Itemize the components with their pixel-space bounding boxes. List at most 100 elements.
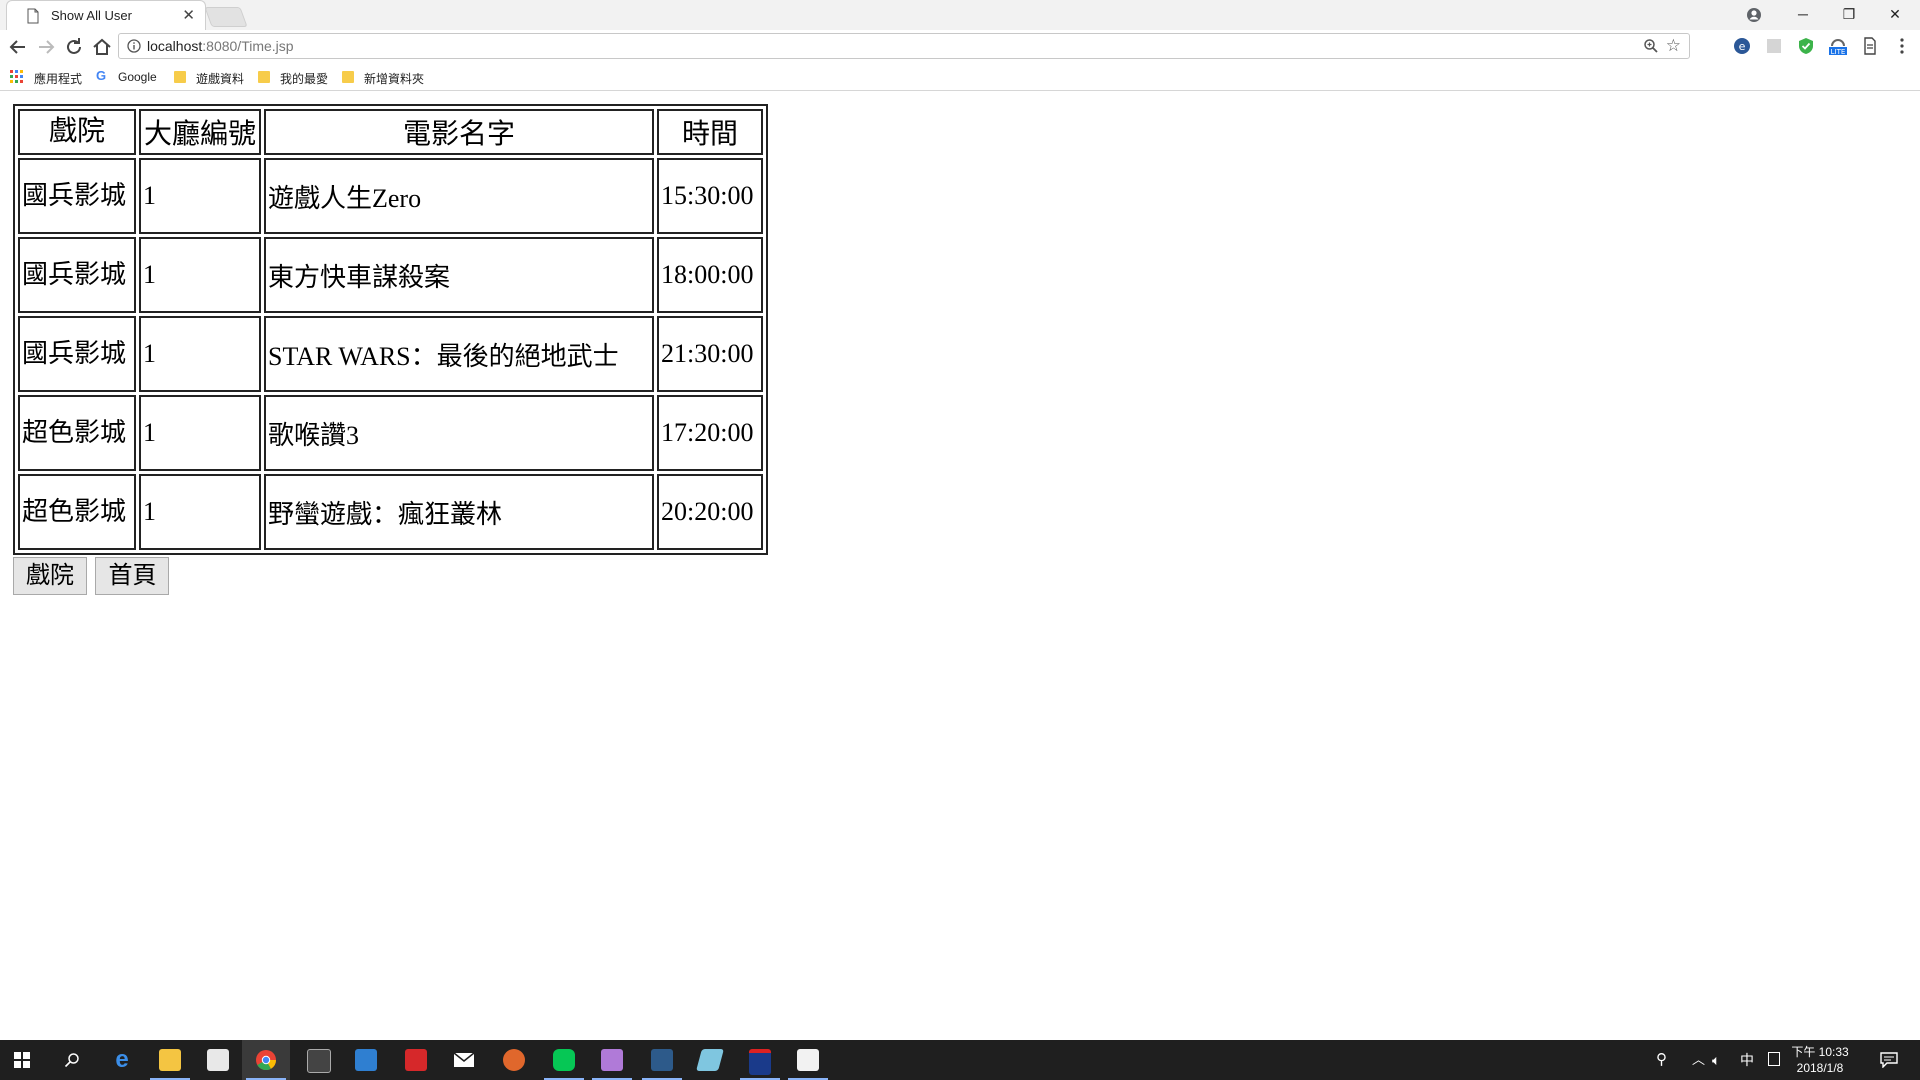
taskbar-app-red[interactable] <box>392 1040 440 1080</box>
taskbar-line[interactable] <box>540 1040 588 1080</box>
cell-hall: 1 <box>139 316 261 392</box>
taskbar-app-cyan[interactable] <box>686 1040 734 1080</box>
taskbar-mail[interactable] <box>440 1040 488 1080</box>
chevron-up-icon[interactable]: ︿ <box>1692 1040 1705 1080</box>
red-app-icon <box>405 1049 427 1071</box>
bookmark-folder-games[interactable]: 遊戲資料 <box>174 68 254 86</box>
home-icon[interactable] <box>90 35 114 59</box>
zoom-icon[interactable] <box>1643 38 1659 54</box>
cell-movie: 野蠻遊戲：瘋狂叢林 <box>264 474 654 550</box>
extension-e-icon[interactable]: e <box>1732 36 1752 56</box>
line-chat-icon <box>553 1049 575 1071</box>
window-app-icon <box>355 1049 377 1071</box>
table-row: 國兵影城 1 STAR WARS：最後的絕地武士 21:30:00 <box>18 316 763 392</box>
bookmark-label: 我的最愛 <box>280 72 329 86</box>
bookmark-label: 應用程式 <box>34 72 83 86</box>
search-icon[interactable] <box>64 1052 80 1068</box>
taskbar: e ⚲ ︿ 🔈︎ 中 下午 10:33 2018/1/8 <box>0 1040 1920 1080</box>
cell-time: 18:00:00 <box>657 237 763 313</box>
cell-movie: 東方快車謀殺案 <box>264 237 654 313</box>
table-row: 國兵影城 1 東方快車謀殺案 18:00:00 <box>18 237 763 313</box>
bookmark-folder-new[interactable]: 新增資料夾 <box>342 68 432 86</box>
bookmark-apps[interactable]: 應用程式 <box>10 68 90 86</box>
cell-time: 15:30:00 <box>657 158 763 234</box>
header-hall-number: 大廳編號 <box>139 109 261 155</box>
data-saver-lite-icon[interactable]: LITE <box>1828 36 1848 56</box>
profile-icon[interactable] <box>1744 5 1764 25</box>
menu-dots-icon[interactable] <box>1892 36 1912 56</box>
taskbar-app-purple[interactable] <box>588 1040 636 1080</box>
back-icon[interactable] <box>6 35 30 59</box>
cell-movie: 歌喉讚3 <box>264 395 654 471</box>
taskbar-java[interactable] <box>784 1040 832 1080</box>
browser-tab[interactable]: Show All User ✕ <box>6 0 206 30</box>
info-icon[interactable] <box>127 39 141 53</box>
svg-text:LITE: LITE <box>1831 48 1846 56</box>
page-icon <box>27 8 39 24</box>
bookmark-star-icon[interactable]: ☆ <box>1666 36 1681 56</box>
taskbar-sql-studio[interactable] <box>638 1040 686 1080</box>
taskbar-calculator[interactable] <box>294 1040 342 1080</box>
shield-icon[interactable] <box>1796 36 1816 56</box>
header-theater: 戲院 <box>18 109 136 155</box>
cell-hall: 1 <box>139 158 261 234</box>
restore-icon[interactable]: ❐ <box>1826 0 1872 30</box>
table-row: 國兵影城 1 遊戲人生Zero 15:30:00 <box>18 158 763 234</box>
taskbar-file-explorer[interactable] <box>146 1040 194 1080</box>
cell-hall: 1 <box>139 474 261 550</box>
taskbar-app-blue[interactable] <box>342 1040 390 1080</box>
bookmark-google[interactable]: G Google <box>96 68 166 86</box>
header-time: 時間 <box>657 109 763 155</box>
clock-time: 下午 10:33 <box>1791 1045 1849 1059</box>
tab-title: Show All User <box>51 8 132 23</box>
cell-time: 17:20:00 <box>657 395 763 471</box>
address-bar[interactable]: localhost:8080/Time.jsp ☆ <box>118 33 1690 59</box>
notifications-icon[interactable] <box>1880 1052 1898 1068</box>
home-button[interactable]: 首頁 <box>95 557 170 595</box>
showtimes-table: 戲院 大廳編號 電影名字 時間 國兵影城 1 遊戲人生Zero 15:30:00… <box>13 104 768 555</box>
volume-icon[interactable]: 🔈︎ <box>1712 1040 1720 1080</box>
taskbar-store[interactable] <box>194 1040 242 1080</box>
reload-icon[interactable] <box>62 35 86 59</box>
minimize-icon[interactable]: ─ <box>1780 0 1826 30</box>
folder-icon <box>258 71 270 83</box>
apps-grid-icon <box>10 70 23 83</box>
chrome-icon <box>256 1050 277 1071</box>
document-extension-icon[interactable] <box>1860 36 1880 56</box>
cell-movie: 遊戲人生Zero <box>264 158 654 234</box>
table-row: 超色影城 1 歌喉讚3 17:20:00 <box>18 395 763 471</box>
svg-text:e: e <box>1739 40 1746 53</box>
forward-icon[interactable] <box>34 35 58 59</box>
ime-indicator[interactable]: 中 <box>1740 1040 1754 1080</box>
taskbar-app-flag[interactable] <box>736 1040 784 1080</box>
database-tool-icon <box>651 1049 673 1071</box>
header-movie-name: 電影名字 <box>264 109 654 155</box>
windows-start-icon[interactable] <box>14 1052 30 1068</box>
purple-app-icon <box>601 1049 623 1071</box>
taskbar-game[interactable] <box>490 1040 538 1080</box>
mail-icon <box>453 1052 475 1067</box>
cell-theater: 國兵影城 <box>18 316 136 392</box>
bookmark-label: 新增資料夾 <box>364 72 425 86</box>
bookmark-label: 遊戲資料 <box>196 72 245 86</box>
close-tab-icon[interactable]: ✕ <box>182 6 195 24</box>
bookmark-folder-favorites[interactable]: 我的最愛 <box>258 68 338 86</box>
extension-puzzle-icon[interactable] <box>1764 36 1784 56</box>
people-icon[interactable]: ⚲ <box>1656 1040 1667 1080</box>
taskbar-chrome[interactable] <box>242 1040 290 1080</box>
taskbar-clock[interactable]: 下午 10:33 2018/1/8 <box>1790 1044 1850 1076</box>
folder-icon <box>174 71 186 83</box>
cell-time: 21:30:00 <box>657 316 763 392</box>
tablet-app-icon <box>696 1049 724 1071</box>
theater-button[interactable]: 戲院 <box>13 557 87 595</box>
taskbar-edge[interactable]: e <box>98 1040 146 1080</box>
close-window-icon[interactable]: ✕ <box>1872 0 1918 30</box>
url-host: localhost <box>147 38 203 54</box>
ime-mode-icon[interactable] <box>1768 1052 1780 1066</box>
new-tab-button[interactable] <box>204 7 248 27</box>
store-bag-icon <box>207 1049 229 1071</box>
url-text[interactable]: localhost:8080/Time.jsp <box>147 38 294 54</box>
folder-icon <box>342 71 354 83</box>
cell-theater: 超色影城 <box>18 395 136 471</box>
folder-icon <box>159 1049 181 1071</box>
